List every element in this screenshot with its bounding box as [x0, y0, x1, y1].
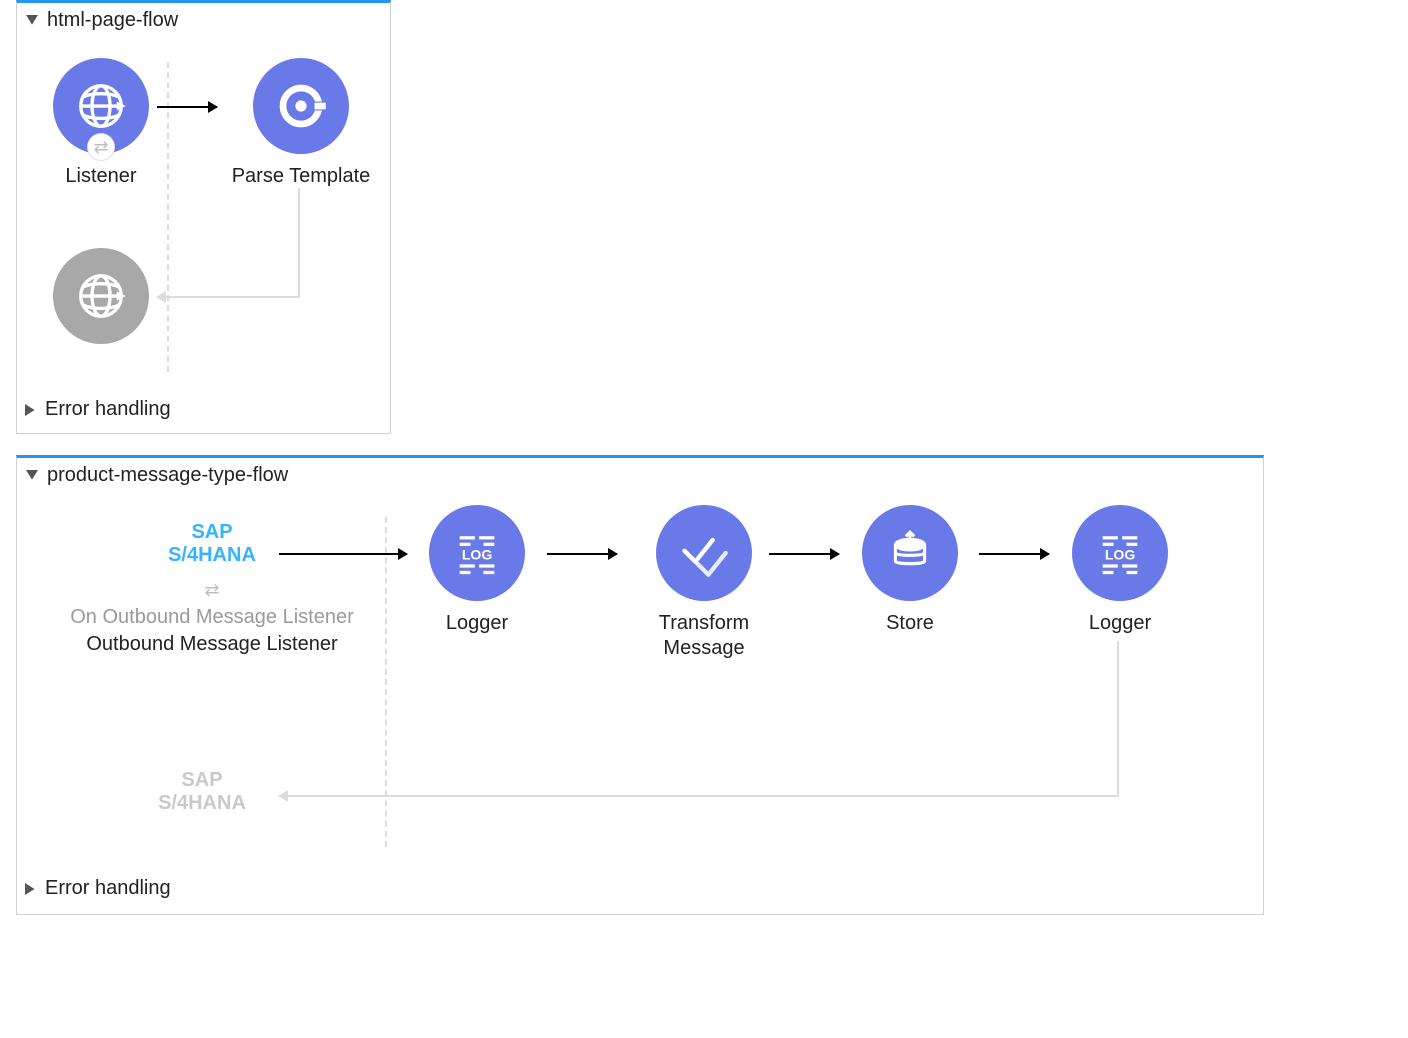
return-path	[1117, 641, 1119, 797]
svg-text:LOG: LOG	[1105, 547, 1136, 563]
chevron-right-icon	[25, 882, 39, 896]
node-label: Logger	[1055, 611, 1185, 636]
sap-brand: SAP S/4HANA	[57, 521, 367, 567]
flow-header[interactable]: product-message-type-flow	[17, 458, 1263, 493]
flow-title: product-message-type-flow	[47, 464, 288, 487]
connector-arrow	[279, 553, 407, 555]
sap-brand-line: SAP	[57, 521, 367, 544]
return-path	[279, 795, 1119, 797]
error-handling-section[interactable]: Error handling	[17, 394, 390, 429]
node-parse-template[interactable]: Parse Template	[221, 58, 381, 189]
error-handling-section[interactable]: Error handling	[17, 873, 1263, 908]
node-label: Store	[845, 611, 975, 636]
globe-icon: ⇄	[53, 58, 149, 154]
transform-icon	[656, 505, 752, 601]
globe-icon	[53, 248, 149, 344]
svg-text:LOG: LOG	[462, 547, 493, 563]
node-sap-source[interactable]: SAP S/4HANA ⇄ On Outbound Message Listen…	[57, 521, 367, 657]
source-separator	[385, 517, 387, 847]
return-path	[298, 188, 300, 298]
node-logger[interactable]: LOG Logger	[1055, 505, 1185, 636]
flow-title: html-page-flow	[47, 9, 178, 32]
source-separator	[167, 62, 169, 372]
database-icon	[862, 505, 958, 601]
node-label: Listener	[41, 164, 161, 189]
node-label: Parse Template	[221, 164, 381, 189]
connector-arrow	[979, 553, 1049, 555]
connector-arrow	[769, 553, 839, 555]
node-logger[interactable]: LOG Logger	[412, 505, 542, 636]
flow-panel-product-message-type-flow[interactable]: product-message-type-flow SAP S/4HANA ⇄ …	[16, 455, 1264, 915]
return-path	[157, 296, 300, 298]
node-return[interactable]	[41, 248, 161, 344]
error-handling-label: Error handling	[45, 877, 171, 900]
node-sublabel: Outbound Message Listener	[57, 632, 367, 657]
node-label: Logger	[412, 611, 542, 636]
chevron-right-icon	[25, 403, 39, 417]
swap-arrows-icon: ⇄	[57, 581, 367, 599]
chevron-down-icon	[25, 469, 39, 483]
node-listener[interactable]: ⇄ Listener	[41, 58, 161, 189]
connector-arrow	[547, 553, 617, 555]
log-icon: LOG	[429, 505, 525, 601]
node-sap-return[interactable]: SAP S/4HANA	[127, 769, 277, 815]
connector-arrow	[157, 106, 217, 108]
swap-arrows-icon: ⇄	[88, 134, 114, 160]
node-label: Transform Message	[609, 611, 799, 661]
error-handling-label: Error handling	[45, 398, 171, 421]
core-icon	[253, 58, 349, 154]
node-store[interactable]: Store	[845, 505, 975, 636]
node-transform-message[interactable]: Transform Message	[609, 505, 799, 661]
sap-brand-line: SAP	[127, 769, 277, 792]
sap-brand-line: S/4HANA	[127, 792, 277, 815]
flow-header[interactable]: html-page-flow	[17, 3, 390, 38]
sap-brand-line: S/4HANA	[57, 544, 367, 567]
log-icon: LOG	[1072, 505, 1168, 601]
flow-panel-html-page-flow[interactable]: html-page-flow ⇄	[16, 0, 391, 434]
chevron-down-icon	[25, 14, 39, 28]
sap-brand: SAP S/4HANA	[127, 769, 277, 815]
node-sublabel: On Outbound Message Listener	[57, 605, 367, 630]
